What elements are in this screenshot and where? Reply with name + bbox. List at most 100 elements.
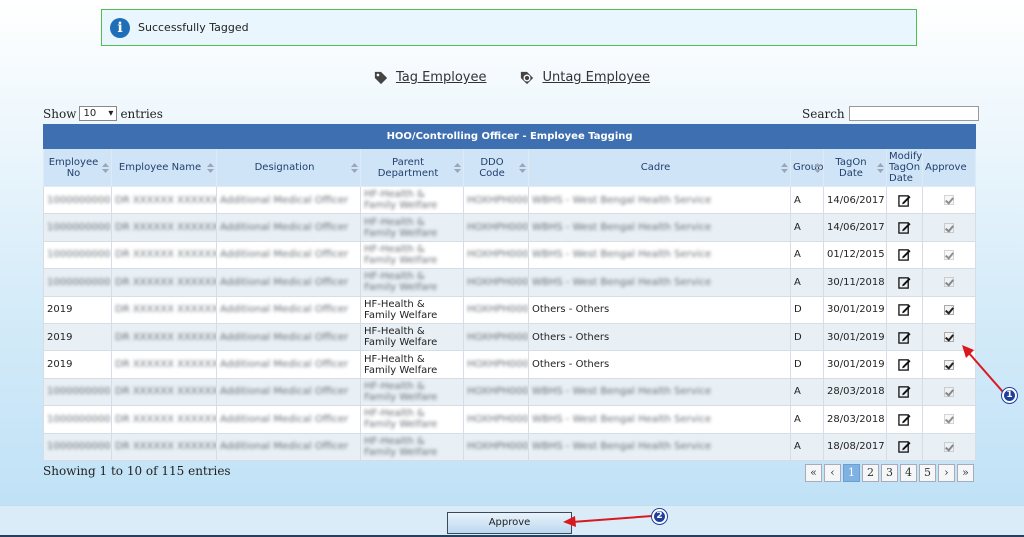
cell-designation: Additional Medical Officer <box>216 322 361 352</box>
edit-icon[interactable] <box>898 221 911 234</box>
cell-tagon-date: 14/06/2017 <box>823 213 887 242</box>
cell-tagon-date: 30/01/2019 <box>823 350 887 379</box>
chevron-down-icon: ▾ <box>108 108 114 119</box>
col-group[interactable]: Group <box>790 148 824 187</box>
cell-group: D <box>790 295 824 324</box>
sort-icon[interactable] <box>454 162 461 173</box>
header-label: Cadre <box>640 162 671 173</box>
sort-icon[interactable] <box>814 162 821 173</box>
page-button[interactable]: ‹ <box>824 464 841 482</box>
cell-dept: HF-Health & Family Welfare <box>360 268 464 297</box>
sort-icon[interactable] <box>207 162 214 173</box>
cell-modify <box>886 268 923 297</box>
sort-icon[interactable] <box>351 162 358 173</box>
col-parent-department[interactable]: Parent Department <box>360 148 464 187</box>
redacted-text: 1000000000 DR <box>47 222 111 234</box>
tag-employee-link[interactable]: Tag Employee <box>396 70 487 85</box>
redacted-text: 1000000000 DR <box>47 194 111 206</box>
edit-icon[interactable] <box>898 248 911 262</box>
cell-emp-name: DR XXXXXX XXXXXX <box>111 268 217 297</box>
cell-approve <box>921 350 977 379</box>
col-modify-tagon-date: Modify TagOn Date <box>886 148 923 187</box>
page-button[interactable]: 3 <box>881 464 898 482</box>
col-tagon-date[interactable]: TagOn Date <box>823 148 887 187</box>
entries-select[interactable]: 10 ▾ <box>79 106 118 121</box>
redacted-text: WBHS - West Bengal Health Service <box>532 386 712 398</box>
approve-checkbox[interactable] <box>944 304 955 315</box>
cell-approve <box>921 240 977 270</box>
edit-icon[interactable] <box>898 385 911 399</box>
redacted-text: 1000000000 DR <box>47 386 111 398</box>
tag-icon <box>374 71 388 84</box>
col-cadre[interactable]: Cadre <box>528 148 791 187</box>
table-row: 1000000000 DR DR XXXXXX XXXXXXAdditional … <box>43 185 977 215</box>
cell-dept: HF-Health & Family Welfare <box>360 185 464 215</box>
page-button[interactable]: 1 <box>843 464 860 482</box>
redacted-text: HF-Health & Family Welfare <box>364 189 438 212</box>
sort-icon[interactable] <box>102 162 109 173</box>
cell-approve <box>921 295 977 324</box>
cell-modify <box>886 405 923 434</box>
page-button[interactable]: « <box>805 464 822 482</box>
redacted-text: HOXHPH000 <box>467 194 529 206</box>
redacted-text: DR XXXXXX XXXXXX <box>115 359 217 371</box>
pagination: «‹ 1 2 3 4 5 ›» <box>805 464 974 482</box>
cell-designation: Additional Medical Officer <box>216 268 361 297</box>
cell-ddo: HOXHPH000 <box>463 405 529 434</box>
col-employee-no[interactable]: Employee No <box>43 148 112 187</box>
sort-icon[interactable] <box>781 162 788 173</box>
edit-icon[interactable] <box>898 276 911 289</box>
edit-icon[interactable] <box>898 413 911 426</box>
cell-dept: HF-Health & Family Welfare <box>360 405 464 434</box>
redacted-text: DR XXXXXX XXXXXX <box>115 304 217 316</box>
edit-icon[interactable] <box>898 440 911 453</box>
page-button[interactable]: 5 <box>919 464 936 482</box>
cell-approve <box>921 268 977 297</box>
cell-emp-name: DR XXXXXX XXXXXX <box>111 350 217 379</box>
search-input[interactable] <box>848 106 979 121</box>
cell-modify <box>886 432 923 461</box>
cell-dept: HF-Health & Family Welfare <box>360 295 464 324</box>
table-row: 1000000000 DR DR XXXXXX XXXXXXAdditional … <box>43 213 977 242</box>
edit-icon[interactable] <box>898 331 911 344</box>
sort-icon[interactable] <box>877 162 884 173</box>
cell-approve <box>921 185 977 215</box>
untag-employee-link[interactable]: Untag Employee <box>542 70 650 85</box>
header-label: Modify TagOn Date <box>889 151 923 184</box>
redacted-text: 1000000000 DR <box>47 441 111 453</box>
page-button[interactable]: 2 <box>862 464 879 482</box>
sort-icon[interactable] <box>519 162 526 173</box>
header-label: Employee Name <box>118 162 202 173</box>
cell-tagon-date: 28/03/2018 <box>823 405 887 434</box>
cell-approve <box>921 405 977 434</box>
redacted-text: Additional Medical Officer <box>220 194 349 206</box>
redacted-text: DR XXXXXX XXXXXX <box>115 331 217 343</box>
page-button[interactable]: » <box>957 464 974 482</box>
col-employee-name[interactable]: Employee Name <box>111 148 217 187</box>
approve-checkbox <box>944 441 955 452</box>
edit-icon[interactable] <box>898 194 911 207</box>
page-button[interactable]: 4 <box>900 464 917 482</box>
redacted-text: DR XXXXXX XXXXXX <box>115 222 217 234</box>
edit-icon[interactable] <box>898 358 911 371</box>
redacted-text: DR XXXXXX XXXXXX <box>115 276 217 288</box>
col-ddo-code[interactable]: DDO Code <box>463 148 529 187</box>
cell-emp-name: DR XXXXXX XXXXXX <box>111 432 217 461</box>
edit-icon[interactable] <box>898 303 911 316</box>
approve-checkbox[interactable] <box>944 332 955 343</box>
cell-text: HF-Health & Family Welfare <box>364 298 438 321</box>
col-designation[interactable]: Designation <box>216 148 361 187</box>
cell-group: D <box>790 322 824 352</box>
redacted-text: Additional Medical Officer <box>220 249 349 261</box>
approve-checkbox[interactable] <box>944 359 955 370</box>
table-caption: HOO/Controlling Officer - Employee Taggi… <box>42 124 977 149</box>
table-row: 2019 DR XXXXXX XXXXXX Additional Medical O… <box>43 350 977 379</box>
cell-designation: Additional Medical Officer <box>216 432 361 461</box>
page-button[interactable]: › <box>938 464 955 482</box>
header-label: DDO Code <box>479 156 505 179</box>
approve-button[interactable]: Approve <box>447 512 572 534</box>
redacted-text: 1000000000 DR <box>47 276 111 288</box>
approve-checkbox <box>944 277 955 288</box>
cell-dept: HF-Health & Family Welfare <box>360 377 464 407</box>
redacted-text: DR XXXXXX XXXXXX <box>115 386 217 398</box>
